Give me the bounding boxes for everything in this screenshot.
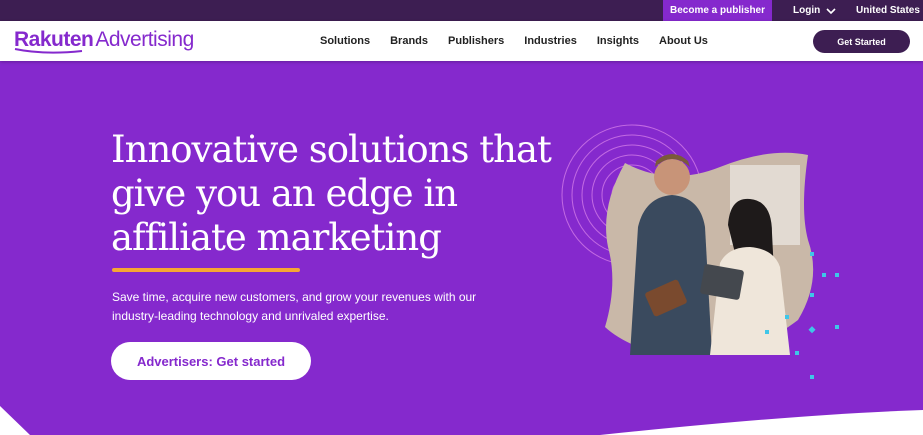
region-selector[interactable]: United States: [856, 0, 920, 21]
nav-brands[interactable]: Brands: [390, 35, 428, 47]
nav-solutions[interactable]: Solutions: [320, 35, 370, 47]
get-started-button[interactable]: Get Started: [813, 30, 910, 53]
chevron-down-icon: [826, 7, 836, 14]
hero-illustration: [561, 124, 839, 379]
login-label: Login: [793, 5, 821, 16]
login-menu[interactable]: Login: [793, 0, 836, 21]
primary-nav: Solutions Brands Publishers Industries I…: [320, 21, 728, 61]
nav-industries[interactable]: Industries: [524, 35, 577, 47]
advertisers-get-started-button[interactable]: Advertisers: Get started: [111, 342, 311, 380]
title-underline: [112, 268, 300, 272]
nav-insights[interactable]: Insights: [597, 35, 639, 47]
nav-about-us[interactable]: About Us: [659, 35, 708, 47]
become-publisher-link[interactable]: Become a publisher: [663, 0, 772, 21]
hero-title: Innovative solutions that give you an ed…: [111, 128, 552, 259]
logo-product: Advertising: [95, 28, 194, 51]
hero-subtitle: Save time, acquire new customers, and gr…: [112, 290, 477, 323]
main-header: Rakuten Advertising Solutions Brands Pub…: [0, 21, 923, 61]
nav-publishers[interactable]: Publishers: [448, 35, 504, 47]
bottom-wave: [0, 406, 923, 435]
logo-swoosh-icon: [14, 48, 83, 54]
utility-bar: Become a publisher Login United States: [0, 0, 923, 21]
